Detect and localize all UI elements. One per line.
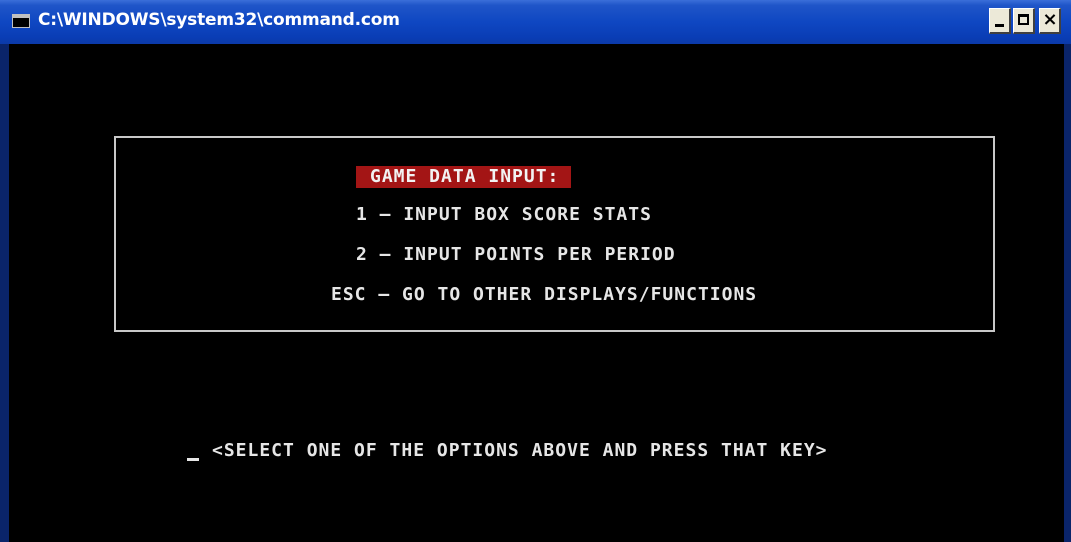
close-button[interactable]: × [1039, 8, 1061, 34]
minimize-button[interactable] [989, 8, 1011, 34]
close-icon: × [1042, 9, 1058, 30]
maximize-button[interactable] [1013, 8, 1035, 34]
console-window: C:\WINDOWS\system32\command.com × GAME D… [0, 0, 1071, 542]
minimize-icon [995, 24, 1004, 27]
menu-option-input-points-per-period[interactable]: 2 – INPUT POINTS PER PERIOD [356, 244, 676, 266]
menu-option-esc-other-displays[interactable]: ESC – GO TO OTHER DISPLAYS/FUNCTIONS [331, 284, 757, 306]
select-prompt: <SELECT ONE OF THE OPTIONS ABOVE AND PRE… [212, 440, 828, 461]
window-title: C:\WINDOWS\system32\command.com [38, 10, 400, 30]
title-bar[interactable]: C:\WINDOWS\system32\command.com × [0, 0, 1071, 44]
text-cursor [187, 458, 199, 461]
menu-option-input-box-score[interactable]: 1 – INPUT BOX SCORE STATS [356, 204, 652, 226]
command-prompt-icon[interactable] [12, 14, 30, 28]
maximize-icon [1018, 14, 1029, 25]
menu-heading: GAME DATA INPUT: [356, 166, 572, 188]
icon-titlebar-strip [13, 15, 29, 18]
console-area[interactable]: GAME DATA INPUT: 1 – INPUT BOX SCORE STA… [9, 44, 1064, 542]
